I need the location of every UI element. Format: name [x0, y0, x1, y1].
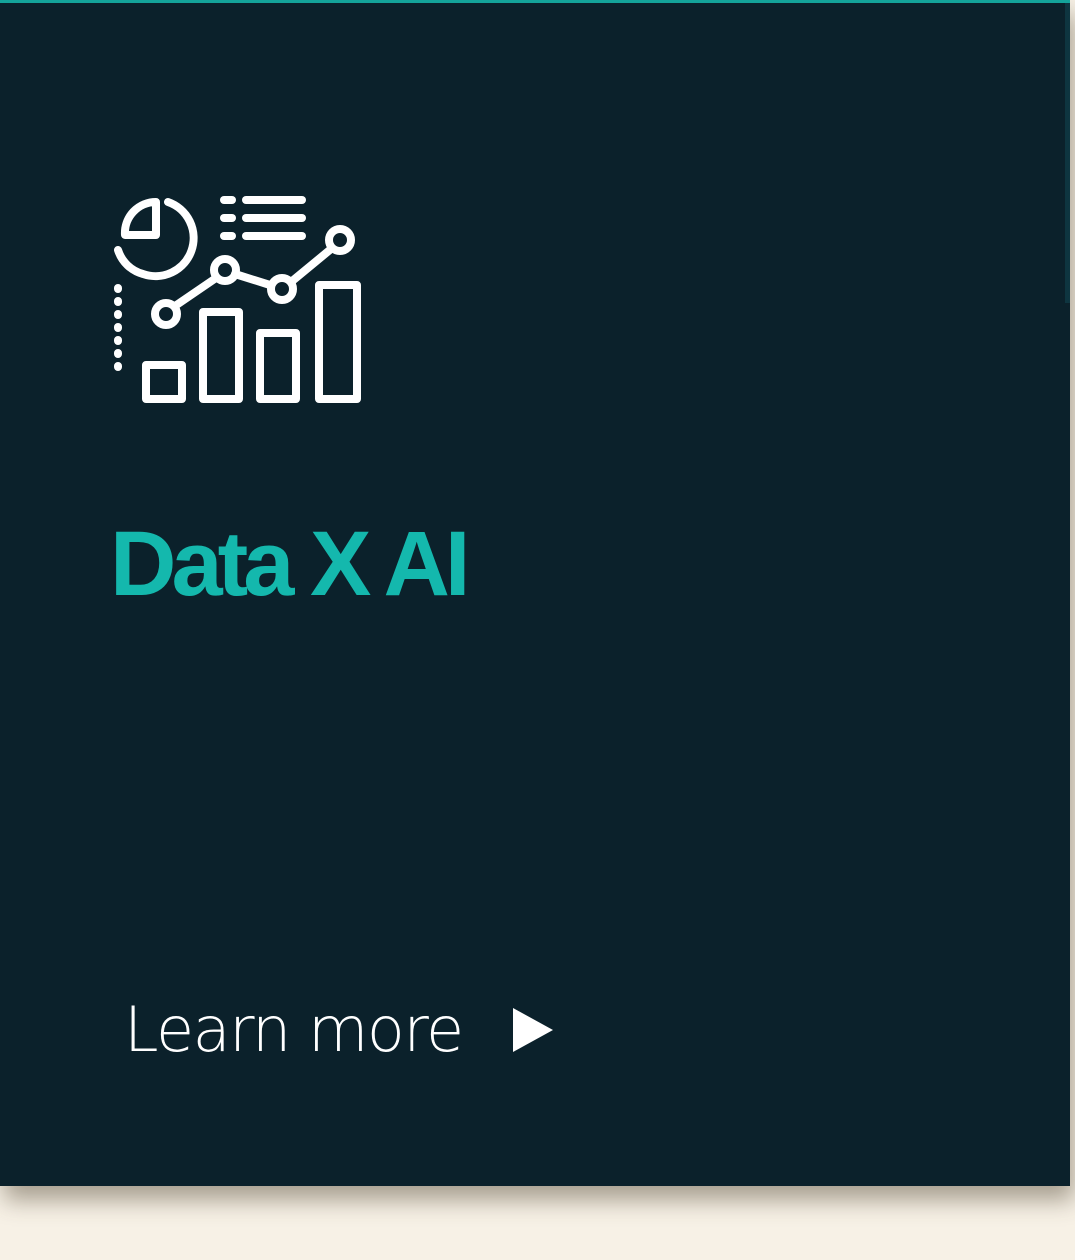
learn-more-link[interactable]: Learn more [124, 999, 557, 1061]
analytics-dashboard-icon [108, 188, 368, 410]
card-title: Data X AI [110, 513, 470, 615]
learn-more-label: Learn more [124, 993, 464, 1066]
feature-card[interactable]: Data X AI Learn more [0, 0, 1070, 1186]
card-edge-highlight [1065, 3, 1070, 303]
play-arrow-icon [512, 1008, 553, 1052]
